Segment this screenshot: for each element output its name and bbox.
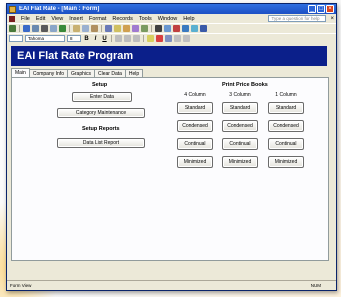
main-tab-panel: Setup Enter Data Category Maintenance Se…	[11, 77, 329, 261]
condensed-3col-button[interactable]: Condensed	[222, 120, 258, 132]
undo-icon[interactable]	[105, 25, 112, 32]
cut-icon[interactable]	[73, 25, 80, 32]
apply-filter-icon[interactable]	[141, 25, 148, 32]
toolbar-separator	[69, 25, 70, 32]
continual-4col-button[interactable]: Continual	[177, 138, 213, 150]
column-header-3: 3 Column	[229, 92, 251, 98]
document-close-icon[interactable]: ×	[330, 16, 334, 22]
minimized-3col-button[interactable]: Minimized	[222, 156, 258, 168]
fill-color-icon[interactable]	[147, 35, 154, 42]
data-list-report-button[interactable]: Data List Report	[57, 138, 145, 148]
close-button[interactable]: ×	[326, 5, 334, 13]
line-color-icon[interactable]	[165, 35, 172, 42]
menu-bar: File Edit View Insert Format Records Too…	[7, 14, 336, 23]
filter-icon[interactable]	[132, 25, 139, 32]
help-question-input[interactable]: Type a question for help	[268, 15, 327, 22]
align-left-icon[interactable]	[115, 35, 122, 42]
status-num-indicator: NUM	[310, 283, 321, 288]
help-icon[interactable]	[200, 25, 207, 32]
menu-help[interactable]: Help	[180, 16, 197, 22]
form-header: EAI Flat Rate Program	[11, 46, 327, 66]
standard-3col-button[interactable]: Standard	[222, 102, 258, 114]
print-preview-icon[interactable]	[50, 25, 57, 32]
setup-reports-label: Setup Reports	[82, 126, 120, 132]
menu-file[interactable]: File	[18, 16, 33, 22]
condensed-4col-button[interactable]: Condensed	[177, 120, 213, 132]
delete-record-icon[interactable]	[173, 25, 180, 32]
minimized-4col-button[interactable]: Minimized	[177, 156, 213, 168]
toolbar-separator	[101, 25, 102, 32]
access-app-icon	[9, 5, 16, 13]
setup-label: Setup	[92, 82, 108, 88]
formatting-toolbar: Tahoma 8 B I U	[7, 33, 336, 43]
new-object-icon[interactable]	[191, 25, 198, 32]
standard-toolbar	[7, 23, 336, 33]
toolbar-separator	[111, 35, 112, 42]
standard-1col-button[interactable]: Standard	[268, 102, 304, 114]
font-size-combo[interactable]: 8	[67, 35, 81, 42]
menu-insert[interactable]: Insert	[66, 16, 86, 22]
title-bar[interactable]: EAI Flat Rate - [Main : Form] _ □ ×	[7, 4, 336, 14]
view-icon[interactable]	[9, 25, 16, 32]
object-combo[interactable]	[9, 35, 23, 42]
toolbar-separator	[19, 25, 20, 32]
print-icon[interactable]	[41, 25, 48, 32]
copy-icon[interactable]	[82, 25, 89, 32]
continual-1col-button[interactable]: Continual	[268, 138, 304, 150]
search-icon[interactable]	[32, 25, 39, 32]
condensed-1col-button[interactable]: Condensed	[268, 120, 304, 132]
menu-tools[interactable]: Tools	[136, 16, 155, 22]
underline-button[interactable]: U	[101, 36, 108, 42]
status-view-text: Form View	[10, 283, 32, 288]
enter-data-button[interactable]: Enter Data	[72, 92, 132, 102]
menu-records[interactable]: Records	[109, 16, 135, 22]
form-title: EAI Flat Rate Program	[17, 50, 134, 62]
form-doc-icon[interactable]	[9, 15, 15, 22]
font-color-icon[interactable]	[156, 35, 163, 42]
menu-view[interactable]: View	[48, 16, 66, 22]
spelling-icon[interactable]	[59, 25, 66, 32]
access-window: EAI Flat Rate - [Main : Form] _ □ × File…	[6, 3, 337, 291]
window-title: EAI Flat Rate - [Main : Form]	[19, 6, 100, 12]
maximize-button[interactable]: □	[317, 5, 325, 13]
bold-button[interactable]: B	[83, 36, 90, 42]
align-center-icon[interactable]	[124, 35, 131, 42]
minimize-button[interactable]: _	[308, 5, 316, 13]
font-name-combo[interactable]: Tahoma	[25, 35, 65, 42]
menu-edit[interactable]: Edit	[33, 16, 48, 22]
save-icon[interactable]	[23, 25, 30, 32]
sort-ascending-icon[interactable]	[114, 25, 121, 32]
toolbar-separator	[151, 25, 152, 32]
special-effect-icon[interactable]	[183, 35, 190, 42]
database-window-icon[interactable]	[182, 25, 189, 32]
toolbar-separator	[143, 35, 144, 42]
sort-descending-icon[interactable]	[123, 25, 130, 32]
continual-3col-button[interactable]: Continual	[222, 138, 258, 150]
paste-icon[interactable]	[91, 25, 98, 32]
line-width-icon[interactable]	[174, 35, 181, 42]
menu-format[interactable]: Format	[86, 16, 109, 22]
align-right-icon[interactable]	[133, 35, 140, 42]
minimized-1col-button[interactable]: Minimized	[268, 156, 304, 168]
column-header-4: 4 Column	[184, 92, 206, 98]
form-area: EAI Flat Rate Program Main Company Info …	[7, 43, 336, 279]
new-record-icon[interactable]	[164, 25, 171, 32]
print-price-books-label: Print Price Books	[222, 82, 268, 88]
status-bar: Form View NUM	[7, 280, 336, 290]
category-maintenance-button[interactable]: Category Maintenance	[57, 108, 145, 118]
italic-button[interactable]: I	[92, 36, 99, 42]
standard-4col-button[interactable]: Standard	[177, 102, 213, 114]
find-icon[interactable]	[155, 25, 162, 32]
menu-window[interactable]: Window	[155, 16, 181, 22]
column-header-1: 1 Column	[275, 92, 297, 98]
